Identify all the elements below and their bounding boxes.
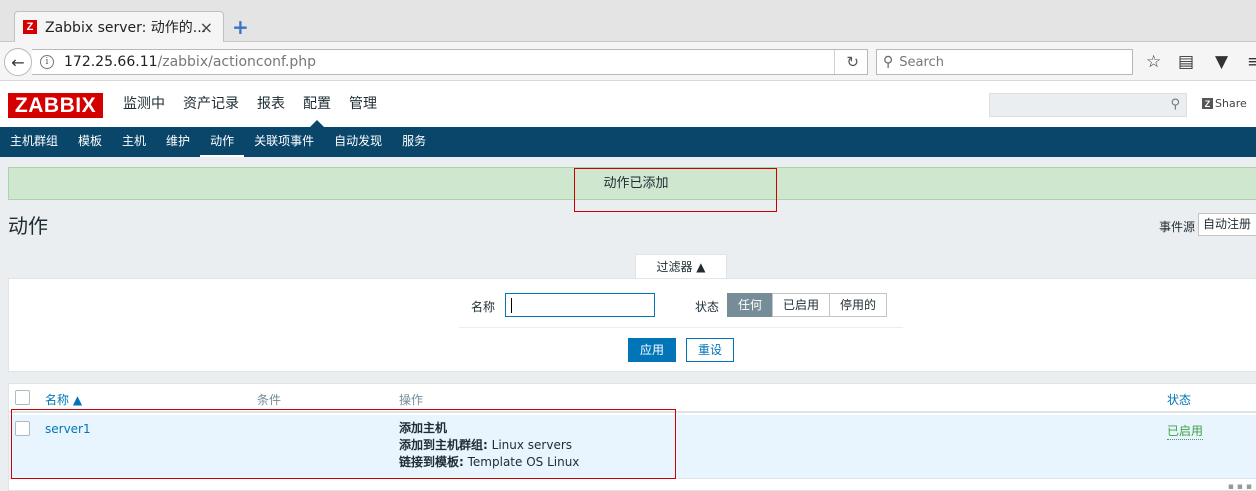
share-z-icon: Z [1202,98,1213,109]
operation-line: 添加到主机群组: Linux servers [399,438,573,452]
filter-status-radio-group: 任何 已启用 停用的 [727,293,888,317]
column-header-status[interactable]: 状态 [1167,391,1191,408]
sub-menu-item-hosts[interactable]: 主机 [112,127,156,157]
reading-list-icon[interactable]: ▤ [1178,52,1194,72]
sub-menu: 主机群组 模板 主机 维护 动作 关联项事件 自动发现 服务 [0,127,1256,157]
status-badge[interactable]: 已启用 [1167,422,1204,440]
filter-name-label: 名称 [471,300,496,314]
zabbix-header: ZABBIX 监测中 资产记录 报表 配置 管理 ⚲ Z Share [0,81,1256,127]
main-menu-item-reports[interactable]: 报表 [248,81,294,127]
star-icon[interactable]: ☆ [1146,52,1161,72]
main-menu: 监测中 资产记录 报表 配置 管理 [114,81,386,127]
filter-divider [459,327,903,328]
browser-search-input[interactable]: ⚲ Search [876,49,1133,75]
main-menu-item-inventory[interactable]: 资产记录 [174,81,248,127]
zabbix-logo[interactable]: ZABBIX [8,93,103,118]
new-tab-icon[interactable]: + [232,15,249,39]
share-label: Share [1215,97,1247,110]
text-cursor [511,298,512,313]
zabbix-search-input[interactable]: ⚲ [989,93,1187,117]
search-icon: ⚲ [883,54,894,70]
url-text: 172.25.66.11/zabbix/actionconf.php [64,54,317,70]
actions-table: 名称 ▲ 条件 操作 状态 server1 添加主机 添加到主机群组: Linu… [8,383,1256,491]
column-header-conditions: 条件 [257,393,282,407]
status-option-disabled[interactable]: 停用的 [829,293,888,317]
sub-menu-item-host-groups[interactable]: 主机群组 [0,127,68,157]
tab-title: Zabbix server: 动作的... [45,20,207,36]
filter-status-label: 状态 [695,300,720,314]
sub-menu-item-services[interactable]: 服务 [392,127,436,157]
menu-icon[interactable]: ≡ [1247,52,1256,72]
main-menu-item-configuration[interactable]: 配置 [294,81,340,127]
close-icon[interactable]: × [200,18,213,37]
table-row: server1 添加主机 添加到主机群组: Linux servers 链接到模… [9,415,1256,479]
apply-button[interactable]: 应用 [628,338,676,362]
main-menu-item-monitoring[interactable]: 监测中 [114,81,174,127]
browser-tab-bar: Z Zabbix server: 动作的... × + [0,0,1256,42]
main-menu-item-administration[interactable]: 管理 [340,81,386,127]
status-option-enabled[interactable]: 已启用 [772,293,831,317]
column-header-name[interactable]: 名称 ▲ [45,391,82,408]
sub-menu-item-discovery[interactable]: 自动发现 [324,127,392,157]
reload-icon[interactable]: ↻ [846,53,859,71]
search-icon[interactable]: ⚲ [1170,97,1180,112]
sub-menu-item-templates[interactable]: 模板 [68,127,112,157]
pager-dots: ▪▪▪ [1227,482,1255,491]
row-checkbox[interactable] [15,421,30,436]
browser-nav-bar: ← i 172.25.66.11/zabbix/actionconf.php ↻… [0,42,1256,81]
sub-menu-item-maintenance[interactable]: 维护 [156,127,200,157]
page-title: 动作 [8,214,48,238]
sub-menu-item-actions[interactable]: 动作 [200,127,245,157]
sub-menu-item-correlation[interactable]: 关联项事件 [244,127,324,157]
url-separator [834,50,835,74]
filter-panel: 名称 状态 任何 已启用 停用的 应用 重设 [8,278,1256,372]
event-source-select[interactable]: 自动注册 [1198,213,1256,236]
action-name-link[interactable]: server1 [45,422,91,436]
url-bar[interactable]: i 172.25.66.11/zabbix/actionconf.php ↻ [32,49,868,75]
action-operations: 添加主机 添加到主机群组: Linux servers 链接到模板: Templ… [399,420,579,471]
operation-line: 链接到模板: Template OS Linux [399,455,580,469]
column-header-operations: 操作 [399,393,424,407]
pocket-icon[interactable]: ▼ [1215,52,1228,72]
filter-name-input[interactable] [505,293,655,317]
zabbix-favicon-icon: Z [23,20,37,34]
status-option-any[interactable]: 任何 [727,293,774,317]
event-source-label: 事件源 [1159,220,1196,234]
select-all-checkbox[interactable] [15,390,30,405]
search-placeholder: Search [899,54,944,70]
browser-tab[interactable]: Z Zabbix server: 动作的... × [14,11,224,42]
reset-button[interactable]: 重设 [686,338,734,362]
filter-toggle-tab[interactable]: 过滤器 ▲ [635,254,727,279]
success-message: 动作已添加 [8,167,1256,200]
table-header-row: 名称 ▲ 条件 操作 状态 [9,384,1256,413]
info-icon[interactable]: i [40,55,54,69]
operation-line: 添加主机 [399,421,448,435]
share-link[interactable]: Z Share [1202,97,1247,110]
back-arrow-icon[interactable]: ← [4,48,32,76]
